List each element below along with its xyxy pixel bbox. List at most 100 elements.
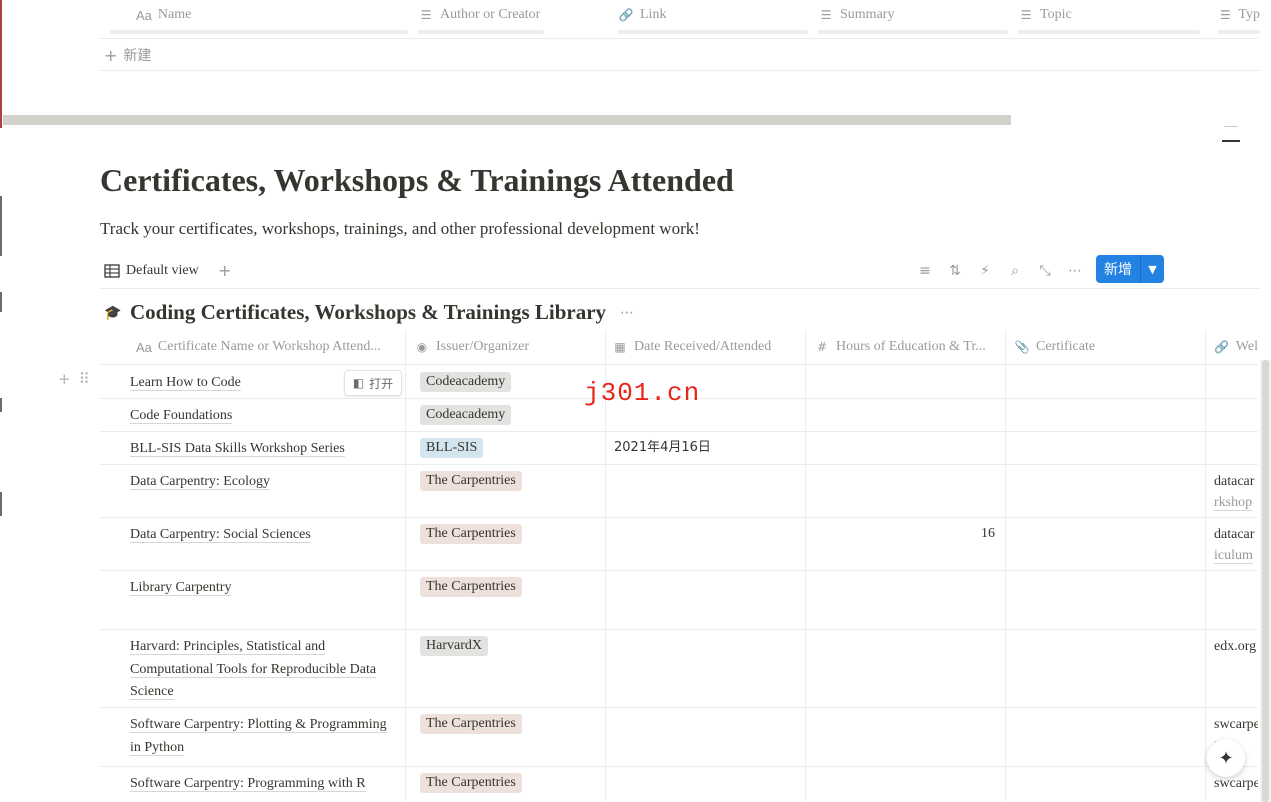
cell-name[interactable]: BLL-SIS Data Skills Workshop Series <box>100 431 406 464</box>
cell-name[interactable]: Code Foundations <box>100 398 406 431</box>
cell-issuer[interactable]: The Carpentries <box>406 517 606 570</box>
vertical-scrollbar[interactable] <box>1260 360 1271 802</box>
automation-icon[interactable]: ⚡ <box>970 263 1000 279</box>
column-header-name[interactable]: Aa Name <box>136 0 406 30</box>
cell-date[interactable] <box>606 629 806 707</box>
cell-issuer[interactable]: The Carpentries <box>406 707 606 766</box>
add-row-icon[interactable]: + <box>58 370 71 388</box>
cell-name[interactable]: Harvard: Principles, Statistical and Com… <box>100 629 406 707</box>
cell-certificate[interactable] <box>1006 629 1206 707</box>
website-link[interactable]: datacar rkshop <box>1214 471 1254 513</box>
row-title[interactable]: Library Carpentry <box>130 577 400 600</box>
column-header-summary[interactable]: ☰ Summary <box>818 0 1008 30</box>
cell-hours[interactable] <box>806 766 1006 802</box>
add-view-button[interactable]: + <box>218 258 231 284</box>
cell-website[interactable] <box>1206 570 1258 629</box>
cell-name[interactable]: Library Carpentry <box>100 570 406 629</box>
column-header-hours[interactable]: # Hours of Education & Tr... <box>814 330 1004 364</box>
cell-date[interactable]: 2021年4月16日 <box>606 431 806 464</box>
cell-issuer[interactable]: Codeacademy <box>406 398 606 431</box>
cell-hours[interactable] <box>806 431 1006 464</box>
cell-issuer[interactable]: HarvardX <box>406 629 606 707</box>
cell-name[interactable]: Data Carpentry: Social Sciences <box>100 517 406 570</box>
more-icon[interactable]: ⋯ <box>1060 263 1090 279</box>
row-title[interactable]: Data Carpentry: Social Sciences <box>130 524 400 547</box>
filter-icon[interactable]: ≡ <box>910 263 940 279</box>
cell-certificate[interactable] <box>1006 398 1206 431</box>
cell-date[interactable] <box>606 517 806 570</box>
cell-certificate[interactable] <box>1006 365 1206 398</box>
list-icon: ☰ <box>1219 8 1231 22</box>
table-row[interactable]: BLL-SIS Data Skills Workshop Series BLL-S… <box>100 431 1258 465</box>
outline-marker[interactable] <box>1222 126 1240 146</box>
cell-website[interactable]: edx.org <box>1206 629 1258 707</box>
cell-issuer[interactable]: BLL-SIS <box>406 431 606 464</box>
cell-name[interactable]: Data Carpentry: Ecology <box>100 464 406 517</box>
cell-hours[interactable] <box>806 464 1006 517</box>
cell-website[interactable]: datacar iculum <box>1206 517 1258 570</box>
cell-issuer[interactable]: Codeacademy <box>406 365 606 398</box>
website-link[interactable]: datacar iculum <box>1214 524 1254 566</box>
cell-website[interactable] <box>1206 431 1258 464</box>
cell-issuer[interactable]: The Carpentries <box>406 766 606 802</box>
column-header-certificate[interactable]: 📎 Certificate <box>1014 330 1204 364</box>
cell-certificate[interactable] <box>1006 464 1206 517</box>
table-row[interactable]: Data Carpentry: Ecology The Carpentries da… <box>100 464 1258 518</box>
cell-hours[interactable] <box>806 365 1006 398</box>
column-header-website[interactable]: 🔗 Wel <box>1214 330 1258 364</box>
column-header-certificate-name[interactable]: Aa Certificate Name or Workshop Attend..… <box>136 330 404 364</box>
cell-hours[interactable] <box>806 570 1006 629</box>
cell-date[interactable] <box>606 766 806 802</box>
table-row[interactable]: Data Carpentry: Social Sciences The Carpe… <box>100 517 1258 571</box>
table-row[interactable]: Software Carpentry: Plotting & Programmi… <box>100 707 1258 767</box>
cell-issuer[interactable]: The Carpentries <box>406 464 606 517</box>
column-header-issuer[interactable]: ◉ Issuer/Organizer <box>414 330 604 364</box>
cell-hours[interactable] <box>806 629 1006 707</box>
search-icon[interactable]: ⌕ <box>1000 263 1030 279</box>
table-row[interactable]: Software Carpentry: Programming with R Th… <box>100 766 1258 802</box>
row-title[interactable]: Harvard: Principles, Statistical and Com… <box>130 636 400 704</box>
cell-certificate[interactable] <box>1006 570 1206 629</box>
database-title: 🎓 Coding Certificates, Workshops & Train… <box>104 300 635 324</box>
row-title[interactable]: Software Carpentry: Plotting & Programmi… <box>130 714 400 759</box>
column-header-type[interactable]: ☰ Typ <box>1218 0 1260 30</box>
cell-certificate[interactable] <box>1006 707 1206 766</box>
website-link[interactable]: edx.org <box>1214 636 1256 657</box>
add-new-row-button[interactable]: + 新建 <box>100 40 1260 71</box>
cell-certificate[interactable] <box>1006 766 1206 802</box>
cell-website[interactable] <box>1206 365 1258 398</box>
cell-hours[interactable] <box>806 707 1006 766</box>
open-page-button[interactable]: ◧ 打开 <box>344 370 402 396</box>
chevron-down-icon[interactable]: ▼ <box>1141 263 1164 276</box>
cell-name[interactable]: Software Carpentry: Programming with R <box>100 766 406 802</box>
cell-issuer[interactable]: The Carpentries <box>406 570 606 629</box>
sort-icon[interactable]: ⇅ <box>940 263 970 279</box>
column-header-link[interactable]: 🔗 Link <box>618 0 808 30</box>
row-title[interactable]: Data Carpentry: Ecology <box>130 471 400 494</box>
table-row[interactable]: Library Carpentry The Carpentries <box>100 570 1258 630</box>
more-icon[interactable]: ⋯ <box>620 305 634 321</box>
cell-date[interactable] <box>606 464 806 517</box>
column-header-topic[interactable]: ☰ Topic <box>1018 0 1208 30</box>
table-row[interactable]: Harvard: Principles, Statistical and Com… <box>100 629 1258 708</box>
row-title[interactable]: Software Carpentry: Programming with R <box>130 773 400 796</box>
cell-date[interactable] <box>606 707 806 766</box>
row-title[interactable]: BLL-SIS Data Skills Workshop Series <box>130 438 400 461</box>
row-title[interactable]: Code Foundations <box>130 405 400 428</box>
cell-hours[interactable] <box>806 398 1006 431</box>
cell-website[interactable] <box>1206 398 1258 431</box>
column-header-date[interactable]: ▦ Date Received/Attended <box>612 330 804 364</box>
drag-handle-icon[interactable]: ⠿ <box>79 370 90 388</box>
cell-certificate[interactable] <box>1006 517 1206 570</box>
cell-hours[interactable]: 16 <box>806 517 1006 570</box>
cell-name[interactable]: Software Carpentry: Plotting & Programmi… <box>100 707 406 766</box>
row-handle[interactable]: + ⠿ <box>58 370 90 388</box>
cell-date[interactable] <box>606 570 806 629</box>
cell-certificate[interactable] <box>1006 431 1206 464</box>
cell-website[interactable]: datacar rkshop <box>1206 464 1258 517</box>
ai-assistant-button[interactable]: ✦ <box>1207 739 1245 777</box>
expand-icon[interactable]: ⤡ <box>1030 263 1060 279</box>
tab-default-view[interactable]: Default view <box>104 258 199 284</box>
column-header-author[interactable]: ☰ Author or Creator <box>418 0 608 30</box>
new-record-button[interactable]: 新增 ▼ <box>1096 255 1164 283</box>
